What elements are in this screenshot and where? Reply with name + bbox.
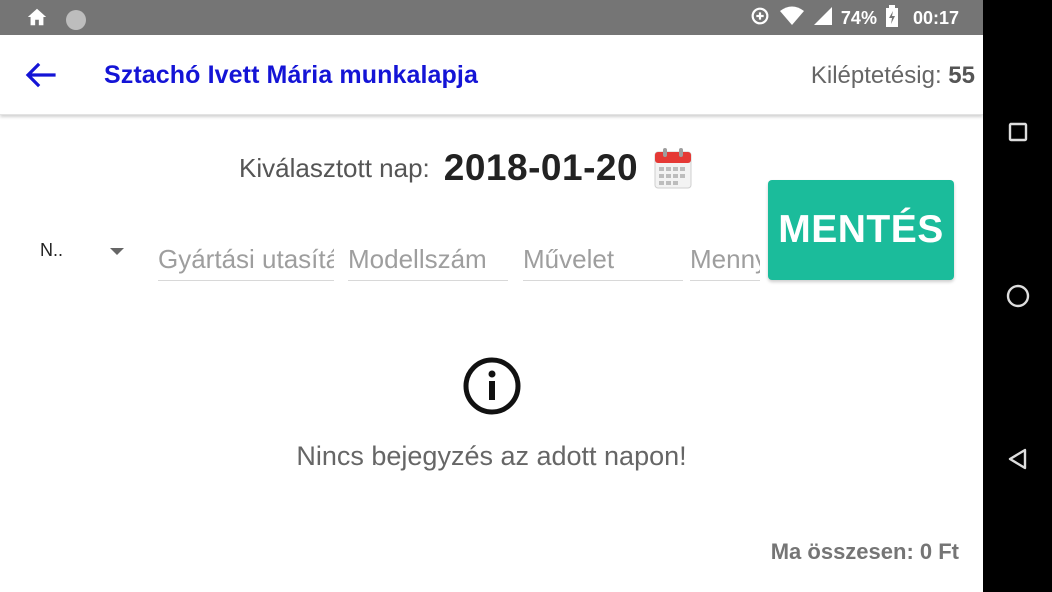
model-number-field-wrap — [348, 227, 508, 281]
status-bar-right: 74% 00:17 — [749, 5, 959, 32]
model-number-field[interactable] — [348, 227, 508, 280]
logout-timer: Kiléptetésig: 55 — [811, 62, 975, 90]
selected-date[interactable]: 2018-01-20 — [444, 147, 638, 189]
entry-type-select[interactable]: N.. — [40, 235, 130, 271]
app-screen: Sztachó Ivett Mária munkalapja Kilépteté… — [0, 35, 983, 592]
daily-total: Ma összesen: 0 Ft — [770, 539, 959, 564]
clock: 00:17 — [912, 8, 959, 28]
wifi-icon — [779, 5, 805, 32]
date-selector: Kiválasztott nap: 2018-01-20 — [239, 147, 692, 189]
quantity-field[interactable] — [690, 227, 760, 280]
logout-timer-value: 55 — [948, 62, 975, 89]
battery-percent: 74% — [840, 8, 877, 28]
home-circle-icon[interactable] — [983, 266, 1052, 326]
status-bar: 74% 00:17 — [0, 0, 983, 35]
status-bar-left — [26, 6, 86, 33]
production-order-field-wrap — [158, 227, 334, 281]
navigation-bar — [983, 0, 1052, 592]
data-saver-icon — [749, 5, 771, 32]
battery-icon — [885, 5, 899, 32]
home-icon — [26, 6, 48, 33]
operation-field[interactable] — [523, 227, 683, 280]
logout-timer-label: Kiléptetésig: — [810, 62, 949, 89]
back-triangle-icon[interactable] — [983, 429, 1052, 489]
operation-field-wrap — [523, 227, 683, 281]
app-bar: Sztachó Ivett Mária munkalapja Kilépteté… — [0, 35, 983, 115]
entry-type-value: N.. — [40, 240, 64, 260]
save-button[interactable]: MENTÉS — [768, 180, 954, 280]
notification-dot-icon — [66, 9, 86, 30]
info-icon — [462, 356, 522, 416]
calendar-icon[interactable] — [654, 147, 692, 189]
chevron-down-icon — [110, 248, 124, 255]
quantity-field-wrap — [690, 227, 760, 281]
page-title: Sztachó Ivett Mária munkalapja — [104, 61, 478, 89]
recents-square-icon[interactable] — [983, 102, 1052, 162]
date-label: Kiválasztott nap: — [239, 152, 430, 183]
empty-state-message: Nincs bejegyzés az adott napon! — [296, 441, 687, 471]
arrow-left-icon[interactable] — [24, 61, 56, 89]
production-order-field[interactable] — [158, 227, 334, 280]
signal-icon — [813, 6, 833, 31]
